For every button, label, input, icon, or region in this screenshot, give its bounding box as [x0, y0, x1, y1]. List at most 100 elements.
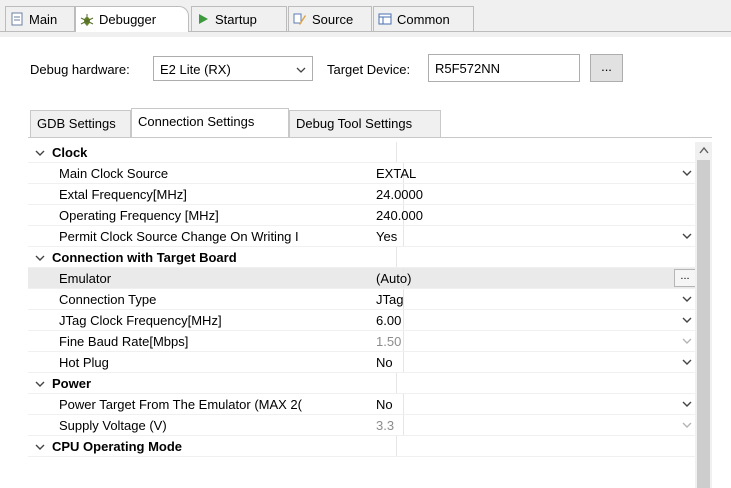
property-label: Supply Voltage (V) — [59, 418, 167, 433]
property-name-cell: Hot Plug — [28, 352, 404, 372]
property-value-cell[interactable]: No — [373, 352, 695, 372]
property-row[interactable]: Emulator (Auto)... — [28, 268, 695, 289]
property-row[interactable]: Supply Voltage (V) 3.3 — [28, 415, 695, 436]
property-row[interactable]: Power Target From The Emulator (MAX 2( No — [28, 394, 695, 415]
property-name-cell: Extal Frequency[MHz] — [28, 184, 404, 204]
property-value: 6.00 — [376, 313, 402, 328]
property-label: Power Target From The Emulator (MAX 2( — [59, 397, 302, 412]
common-icon — [378, 12, 392, 26]
property-row[interactable]: JTag Clock Frequency[MHz] 6.00 — [28, 310, 695, 331]
document-icon — [10, 12, 24, 26]
target-device-input[interactable]: R5F572NN — [428, 54, 580, 82]
property-label: Operating Frequency [MHz] — [59, 208, 219, 223]
property-row[interactable]: Extal Frequency[MHz] 24.0000 — [28, 184, 695, 205]
tab-startup[interactable]: Startup — [191, 6, 287, 31]
tab-debugger[interactable]: Debugger — [75, 6, 189, 32]
property-value-cell — [373, 436, 695, 456]
tab-source-label: Source — [312, 11, 354, 27]
chevron-down-icon[interactable] — [682, 295, 692, 303]
chevron-down-icon[interactable] — [682, 337, 692, 345]
property-group-row[interactable]: Connection with Target Board — [28, 247, 695, 268]
property-value-cell[interactable]: JTag — [373, 289, 695, 309]
property-value: No — [376, 397, 393, 412]
property-value-cell[interactable]: Yes — [373, 226, 695, 246]
group-name-cell: Power — [28, 373, 397, 393]
property-name-cell: Emulator — [28, 268, 404, 288]
property-label: Main Clock Source — [59, 166, 169, 181]
chevron-down-icon[interactable] — [682, 421, 692, 429]
tab-connection-settings[interactable]: Connection Settings — [131, 108, 289, 137]
source-icon — [293, 12, 307, 26]
target-device-browse-button[interactable]: ... — [590, 54, 623, 82]
tab-debug-tool-settings[interactable]: Debug Tool Settings — [289, 110, 441, 137]
property-label: Emulator — [59, 271, 112, 286]
inner-tabs-divider — [28, 137, 712, 138]
scrollbar-thumb[interactable] — [697, 160, 710, 488]
tab-connection-settings-label: Connection Settings — [138, 114, 255, 129]
bug-icon — [80, 13, 94, 27]
property-name-cell: Operating Frequency [MHz] — [28, 205, 404, 225]
property-value: No — [376, 355, 393, 370]
debug-hardware-label: Debug hardware: — [30, 62, 130, 77]
tab-startup-label: Startup — [215, 11, 257, 27]
property-group-row[interactable]: Power — [28, 373, 695, 394]
tab-common-label: Common — [397, 11, 450, 27]
property-value-cell[interactable]: EXTAL — [373, 163, 695, 183]
tab-source[interactable]: Source — [288, 6, 372, 31]
chevron-down-icon[interactable] — [682, 316, 692, 324]
property-group-row[interactable]: CPU Operating Mode — [28, 436, 695, 457]
property-row[interactable]: Fine Baud Rate[Mbps] 1.50 — [28, 331, 695, 352]
tab-common[interactable]: Common — [373, 6, 474, 31]
property-name-cell: Fine Baud Rate[Mbps] — [28, 331, 404, 351]
browse-button-label: ... — [680, 270, 690, 282]
property-value-cell[interactable]: (Auto)... — [373, 268, 695, 288]
property-row[interactable]: Main Clock Source EXTAL — [28, 163, 695, 184]
group-name-cell: Connection with Target Board — [28, 247, 397, 267]
chevron-down-icon[interactable] — [682, 358, 692, 366]
property-label: Permit Clock Source Change On Writing I — [59, 229, 299, 244]
chevron-down-icon[interactable] — [682, 400, 692, 408]
property-label: JTag Clock Frequency[MHz] — [59, 313, 222, 328]
property-value-cell[interactable]: 3.3 — [373, 415, 695, 435]
emulator-browse-button[interactable]: ... — [674, 269, 695, 287]
property-value: 240.000 — [376, 208, 423, 223]
property-name-cell: Supply Voltage (V) — [28, 415, 404, 435]
property-row[interactable]: Connection Type JTag — [28, 289, 695, 310]
browse-button-label: ... — [601, 59, 612, 74]
property-label: Connection Type — [59, 292, 157, 307]
property-value: 24.0000 — [376, 187, 423, 202]
tab-debug-tool-settings-label: Debug Tool Settings — [296, 116, 413, 131]
chevron-down-icon — [296, 67, 306, 73]
group-label: Power — [52, 376, 92, 391]
property-name-cell: JTag Clock Frequency[MHz] — [28, 310, 404, 330]
property-name-cell: Connection Type — [28, 289, 404, 309]
scroll-up-arrow-icon[interactable] — [699, 146, 709, 154]
property-value-cell[interactable]: 6.00 — [373, 310, 695, 330]
chevron-down-icon[interactable] — [682, 232, 692, 240]
property-value: EXTAL — [376, 166, 417, 181]
property-value-cell[interactable]: 1.50 — [373, 331, 695, 351]
property-value-cell[interactable]: No — [373, 394, 695, 414]
property-label: Extal Frequency[MHz] — [59, 187, 187, 202]
property-row[interactable]: Operating Frequency [MHz] 240.000 — [28, 205, 695, 226]
group-label: Clock — [52, 145, 88, 160]
property-name-cell: Power Target From The Emulator (MAX 2( — [28, 394, 404, 414]
tab-main[interactable]: Main — [5, 6, 75, 31]
property-row[interactable]: Permit Clock Source Change On Writing I Y… — [28, 226, 695, 247]
tab-debugger-label: Debugger — [99, 12, 157, 27]
group-name-cell: Clock — [28, 142, 397, 162]
property-row[interactable]: Hot Plug No — [28, 352, 695, 373]
group-label: CPU Operating Mode — [52, 439, 183, 454]
property-label: Hot Plug — [59, 355, 109, 370]
debug-hardware-select[interactable]: E2 Lite (RX) — [153, 56, 313, 81]
group-name-cell: CPU Operating Mode — [28, 436, 397, 456]
tab-gdb-settings[interactable]: GDB Settings — [30, 110, 131, 137]
property-group-row[interactable]: Clock — [28, 142, 695, 163]
chevron-down-icon[interactable] — [682, 169, 692, 177]
property-value: Yes — [376, 229, 398, 244]
property-value: JTag — [376, 292, 404, 307]
property-value-cell[interactable]: 240.000 — [373, 205, 695, 225]
property-value-cell[interactable]: 24.0000 — [373, 184, 695, 204]
property-value: 1.50 — [376, 334, 402, 349]
property-label: Fine Baud Rate[Mbps] — [59, 334, 189, 349]
